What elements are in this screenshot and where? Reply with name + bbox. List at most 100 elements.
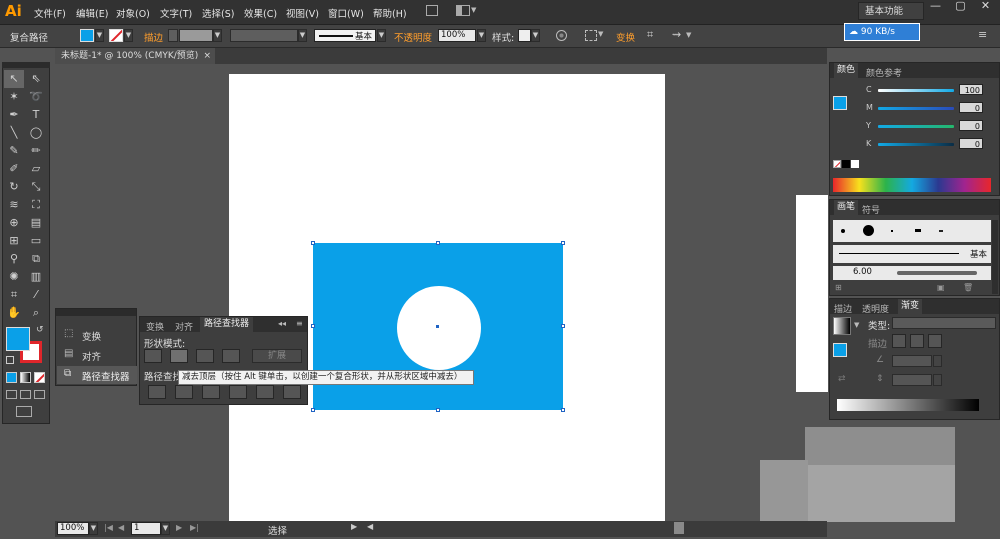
dock-header[interactable] bbox=[56, 309, 136, 316]
perspective-grid-tool-icon[interactable]: ▤ bbox=[26, 214, 46, 232]
width-tool-icon[interactable]: ≋ bbox=[4, 196, 24, 214]
gradient-aspect-field[interactable] bbox=[892, 374, 932, 386]
more-options-dropdown-icon[interactable]: ▼ bbox=[686, 31, 691, 39]
tab-align[interactable]: 对齐 bbox=[175, 320, 193, 333]
swap-colors-icon[interactable]: ↺ bbox=[36, 325, 44, 335]
opacity-label[interactable]: 不透明度 bbox=[394, 30, 432, 44]
graphic-style-dropdown-icon[interactable]: ▼ bbox=[531, 29, 540, 42]
tab-color[interactable]: 颜色 bbox=[834, 63, 859, 78]
channel-c-value[interactable]: 100 bbox=[959, 84, 983, 95]
delete-brush-icon[interactable]: 🗑 bbox=[963, 283, 973, 292]
type-tool-icon[interactable]: T bbox=[26, 106, 46, 124]
brush-calligraphic[interactable] bbox=[915, 229, 921, 232]
dock-item-transform[interactable]: ⬚ 变换 bbox=[62, 327, 132, 343]
gradient-fill-swatch[interactable] bbox=[833, 343, 847, 357]
blob-brush-tool-icon[interactable]: ✐ bbox=[4, 160, 24, 178]
stroke-dropdown-icon[interactable]: ▼ bbox=[124, 29, 133, 42]
channel-k-value[interactable]: 0 bbox=[959, 138, 983, 149]
shape-builder-tool-icon[interactable]: ⊕ bbox=[4, 214, 24, 232]
draw-normal-icon[interactable] bbox=[6, 390, 17, 399]
close-window-button[interactable]: ✕ bbox=[973, 0, 998, 14]
selection-handle[interactable] bbox=[561, 408, 565, 412]
toolbox-header[interactable] bbox=[2, 62, 50, 68]
hand-tool-icon[interactable]: ✋ bbox=[4, 304, 24, 322]
line-tool-icon[interactable]: ╲ bbox=[4, 124, 24, 142]
next-artboard-icon[interactable]: ▶ bbox=[176, 523, 182, 532]
transform-link[interactable]: 变换 bbox=[616, 30, 635, 44]
artboard-dropdown-icon[interactable]: ▼ bbox=[161, 522, 170, 535]
direct-selection-tool-icon[interactable]: ⇖ bbox=[26, 70, 46, 88]
stroke-weight-dropdown-icon[interactable]: ▼ bbox=[213, 29, 222, 42]
channel-m-slider[interactable] bbox=[878, 107, 954, 110]
menu-type[interactable]: 文字(T) bbox=[160, 6, 192, 20]
menu-effect[interactable]: 效果(C) bbox=[244, 6, 277, 20]
channel-c-slider[interactable] bbox=[878, 89, 954, 92]
color-spectrum[interactable] bbox=[833, 178, 991, 192]
stroke-across-button[interactable] bbox=[928, 334, 942, 348]
brush-dot-small[interactable] bbox=[841, 229, 845, 233]
channel-m-value[interactable]: 0 bbox=[959, 102, 983, 113]
panel-menu-icon[interactable]: ≡ bbox=[978, 28, 987, 41]
selection-handle[interactable] bbox=[561, 324, 565, 328]
tab-transform[interactable]: 变换 bbox=[146, 320, 164, 333]
variable-width-profile[interactable] bbox=[230, 29, 298, 42]
gradient-tool-icon[interactable]: ▭ bbox=[26, 232, 46, 250]
none-swatch-icon[interactable] bbox=[833, 160, 841, 168]
selection-handle[interactable] bbox=[311, 408, 315, 412]
selection-handle[interactable] bbox=[561, 241, 565, 245]
stroke-weight-stepper[interactable] bbox=[168, 29, 178, 42]
draw-behind-icon[interactable] bbox=[20, 390, 31, 399]
arrange-documents-icon[interactable] bbox=[456, 5, 470, 16]
pencil-tool-icon[interactable]: ✏ bbox=[26, 142, 46, 160]
stroke-along-button[interactable] bbox=[910, 334, 924, 348]
tab-pathfinder[interactable]: 路径查找器 bbox=[200, 317, 254, 332]
menu-window[interactable]: 窗口(W) bbox=[328, 6, 364, 20]
selection-handle[interactable] bbox=[311, 324, 315, 328]
scale-tool-icon[interactable]: ⤡ bbox=[26, 178, 46, 196]
intersect-button[interactable] bbox=[196, 349, 214, 363]
artboard-tool-icon[interactable]: ⌗ bbox=[4, 286, 24, 304]
blend-tool-icon[interactable]: ⧉ bbox=[26, 250, 46, 268]
outline-button[interactable] bbox=[256, 385, 274, 399]
tab-stroke[interactable]: 描边 bbox=[834, 302, 852, 315]
channel-y-slider[interactable] bbox=[878, 125, 954, 128]
brush-scrollbar[interactable] bbox=[992, 220, 998, 294]
selection-tool-icon[interactable]: ↖ bbox=[4, 70, 24, 88]
panel-options-icon[interactable]: ≡ bbox=[296, 319, 303, 328]
first-artboard-icon[interactable]: |◀ bbox=[104, 523, 113, 532]
opacity-field[interactable]: 100% bbox=[438, 29, 476, 42]
minus-back-button[interactable] bbox=[283, 385, 301, 399]
gradient-aspect-dropdown-icon[interactable] bbox=[933, 374, 942, 386]
channel-y-value[interactable]: 0 bbox=[959, 120, 983, 131]
chevron-down-icon[interactable]: ▼ bbox=[471, 6, 476, 14]
expand-button[interactable]: 扩展 bbox=[252, 349, 302, 363]
stroke-swatch[interactable] bbox=[109, 29, 123, 42]
new-brush-icon[interactable]: ▣ bbox=[937, 283, 945, 292]
brush-scatter[interactable] bbox=[939, 230, 943, 232]
brush-definition[interactable]: 基本 bbox=[314, 29, 376, 42]
collapse-panel-icon[interactable]: ◂◂ bbox=[278, 319, 286, 328]
scroll-left-icon[interactable]: ◀ bbox=[367, 522, 377, 535]
eraser-tool-icon[interactable]: ▱ bbox=[26, 160, 46, 178]
align-options-icon[interactable] bbox=[585, 30, 597, 41]
workspace-switcher[interactable]: 基本功能 bbox=[858, 2, 924, 20]
selection-handle[interactable] bbox=[436, 408, 440, 412]
dock-item-align[interactable]: ▤ 对齐 bbox=[62, 347, 132, 363]
lasso-tool-icon[interactable]: ➰ bbox=[26, 88, 46, 106]
gradient-slider[interactable] bbox=[837, 399, 979, 411]
tab-transparency[interactable]: 透明度 bbox=[862, 302, 889, 315]
dock-item-pathfinder[interactable]: ⧉ 路径查找器 bbox=[57, 366, 137, 384]
menu-object[interactable]: 对象(O) bbox=[116, 6, 150, 20]
bridge-icon[interactable] bbox=[426, 5, 438, 16]
stroke-within-button[interactable] bbox=[892, 334, 906, 348]
zoom-tool-icon[interactable]: ⌕ bbox=[26, 304, 46, 322]
draw-inside-icon[interactable] bbox=[34, 390, 45, 399]
fill-dropdown-icon[interactable]: ▼ bbox=[95, 29, 104, 42]
none-mode-icon[interactable] bbox=[34, 372, 45, 383]
rotate-tool-icon[interactable]: ↻ bbox=[4, 178, 24, 196]
tab-brushes[interactable]: 画笔 bbox=[834, 200, 859, 215]
art-brush-row[interactable]: 6.00 bbox=[833, 266, 991, 280]
brush-library-icon[interactable]: ⊞ bbox=[835, 283, 842, 292]
eyedropper-tool-icon[interactable]: ⚲ bbox=[4, 250, 24, 268]
prev-artboard-icon[interactable]: ◀ bbox=[118, 523, 124, 532]
